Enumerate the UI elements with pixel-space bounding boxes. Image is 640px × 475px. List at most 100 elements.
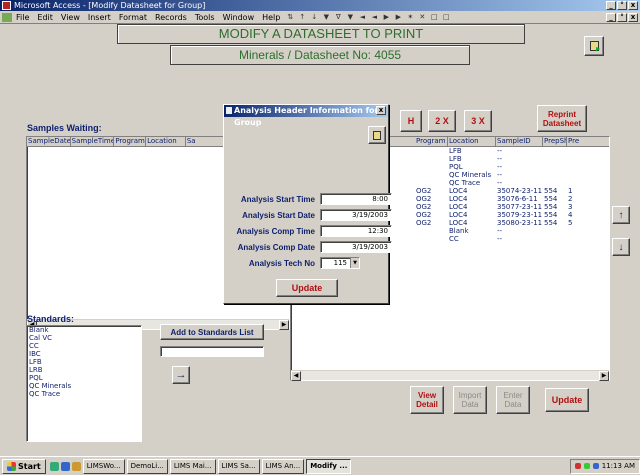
start-date-input[interactable]: 3/19/2003: [320, 209, 392, 221]
next-record-icon[interactable]: ▶: [381, 13, 391, 22]
datasheet-hscrollbar[interactable]: ◀ ▶: [291, 370, 609, 381]
dialog-title-bar[interactable]: Analysis Header Information for Group x: [224, 105, 388, 127]
scroll-left-icon[interactable]: ◀: [291, 371, 301, 381]
new-record-icon[interactable]: ✶: [405, 13, 415, 22]
table-row[interactable]: CC --: [415, 235, 609, 243]
table-row[interactable]: LFB --: [415, 147, 609, 155]
desktop-icon[interactable]: [49, 461, 59, 471]
close-button[interactable]: x: [628, 1, 638, 10]
list-item[interactable]: LRB: [27, 366, 141, 374]
table-row[interactable]: QC Trace --: [415, 179, 609, 187]
print-3x-button[interactable]: 3 X: [464, 110, 492, 132]
menu-help[interactable]: Help: [258, 13, 284, 22]
scroll-right-icon[interactable]: ▶: [279, 320, 289, 330]
table-row[interactable]: OG2 LOC4 35077-23-11 554 3: [415, 203, 609, 211]
table-row[interactable]: OG2 LOC4 35074-23-11 554 1: [415, 187, 609, 195]
dialog-exit-button[interactable]: [368, 126, 386, 144]
last-record-icon[interactable]: ▶: [393, 13, 403, 22]
col-location[interactable]: Location: [448, 137, 496, 146]
task-lims-main[interactable]: LIMS Mai...: [169, 458, 216, 474]
comp-date-input[interactable]: 3/19/2003: [320, 241, 392, 253]
tech-no-select[interactable]: 115 ▼: [320, 257, 360, 269]
col-prepsht[interactable]: PrepSht: [543, 137, 567, 146]
explorer-icon[interactable]: [71, 461, 81, 471]
view-detail-button[interactable]: View Detail: [410, 386, 444, 414]
delete-record-icon[interactable]: ✕: [417, 13, 427, 22]
sort-ascending-icon[interactable]: ↑: [297, 13, 307, 22]
task-demoli[interactable]: DemoLi...: [126, 458, 168, 474]
tray-volume-icon[interactable]: [592, 463, 599, 469]
first-record-icon[interactable]: ◄: [357, 13, 367, 22]
menu-insert[interactable]: Insert: [84, 13, 115, 22]
list-item[interactable]: LFB: [27, 358, 141, 366]
col-location[interactable]: Location: [146, 137, 186, 146]
tray-app-icon[interactable]: [574, 463, 581, 469]
start-button[interactable]: Start: [2, 458, 46, 474]
exit-button[interactable]: ►: [584, 36, 604, 56]
doc-restore-button[interactable]: °: [617, 12, 627, 22]
col-sample-date[interactable]: SampleDate: [27, 137, 71, 146]
print-2x-button[interactable]: 2 X: [428, 110, 456, 132]
table-row[interactable]: QC Minerals --: [415, 171, 609, 179]
standard-name-input[interactable]: [160, 346, 264, 357]
new-object-icon[interactable]: □: [441, 13, 451, 22]
col-program[interactable]: Program: [415, 137, 448, 146]
list-item[interactable]: QC Trace: [27, 390, 141, 398]
start-time-input[interactable]: 8:00: [320, 193, 392, 205]
dialog-close-button[interactable]: x: [376, 106, 386, 115]
sort-descending-icon[interactable]: ↓: [309, 13, 319, 22]
col-sample-time[interactable]: SampleTime: [71, 137, 115, 146]
task-limswo[interactable]: LIMSWo...: [82, 458, 125, 474]
move-up-button[interactable]: ↑: [612, 206, 630, 224]
add-standard-arrow-button[interactable]: →: [172, 366, 190, 384]
first-page-button[interactable]: H: [400, 110, 422, 132]
restore-button[interactable]: °: [617, 1, 627, 10]
filter-selection-icon[interactable]: ▼: [321, 13, 331, 22]
list-item[interactable]: Blank: [27, 326, 141, 334]
list-item[interactable]: CC: [27, 342, 141, 350]
doc-minimize-button[interactable]: _: [606, 12, 616, 22]
apply-filter-icon[interactable]: ▼: [345, 13, 355, 22]
task-modify[interactable]: Modify ...: [306, 458, 352, 474]
move-down-button[interactable]: ↓: [612, 238, 630, 256]
tray-network-icon[interactable]: [583, 463, 590, 469]
col-sample-id[interactable]: SampleID: [496, 137, 543, 146]
import-data-button[interactable]: Import Data: [453, 386, 487, 414]
browser-icon[interactable]: [60, 461, 70, 471]
menu-tools[interactable]: Tools: [191, 13, 219, 22]
scroll-right-icon[interactable]: ▶: [599, 371, 609, 381]
menu-records[interactable]: Records: [151, 13, 191, 22]
menu-file[interactable]: File: [12, 13, 33, 22]
enter-data-button[interactable]: Enter Data: [496, 386, 530, 414]
menu-view[interactable]: View: [57, 13, 84, 22]
dialog-update-button[interactable]: Update: [276, 279, 338, 297]
task-lims-an[interactable]: LIMS An...: [261, 458, 305, 474]
update-button[interactable]: Update: [545, 388, 589, 412]
filter-form-icon[interactable]: ∇: [333, 13, 343, 22]
table-row[interactable]: OG2 LOC4 35080-23-11 554 5: [415, 219, 609, 227]
col-pre[interactable]: Pre: [567, 137, 581, 146]
chevron-down-icon[interactable]: ▼: [350, 258, 359, 268]
doc-close-button[interactable]: x: [628, 12, 638, 22]
database-window-icon[interactable]: □: [429, 13, 439, 22]
add-to-standards-button[interactable]: Add to Standards List: [160, 324, 264, 340]
comp-time-input[interactable]: 12:30: [320, 225, 392, 237]
list-item[interactable]: IBC: [27, 350, 141, 358]
menu-window[interactable]: Window: [219, 13, 259, 22]
list-item[interactable]: Cal VC: [27, 334, 141, 342]
menu-format[interactable]: Format: [115, 13, 151, 22]
previous-record-icon[interactable]: ◄: [369, 13, 379, 22]
menu-edit[interactable]: Edit: [33, 13, 57, 22]
table-row[interactable]: OG2 LOC4 35079-23-11 554 4: [415, 211, 609, 219]
task-lims-sa[interactable]: LIMS Sa...: [217, 458, 260, 474]
table-row[interactable]: Blank --: [415, 227, 609, 235]
sort-icon[interactable]: ⇅: [285, 13, 295, 22]
minimize-button[interactable]: _: [606, 1, 616, 10]
standards-list[interactable]: Blank Cal VC CC IBC LFB LRB PQL QC Miner…: [26, 325, 142, 442]
table-row[interactable]: LFB --: [415, 155, 609, 163]
col-program[interactable]: Program: [114, 137, 147, 146]
reprint-datasheet-button[interactable]: Reprint Datasheet: [537, 105, 587, 132]
list-item[interactable]: QC Minerals: [27, 382, 141, 390]
table-row[interactable]: PQL --: [415, 163, 609, 171]
list-item[interactable]: PQL: [27, 374, 141, 382]
